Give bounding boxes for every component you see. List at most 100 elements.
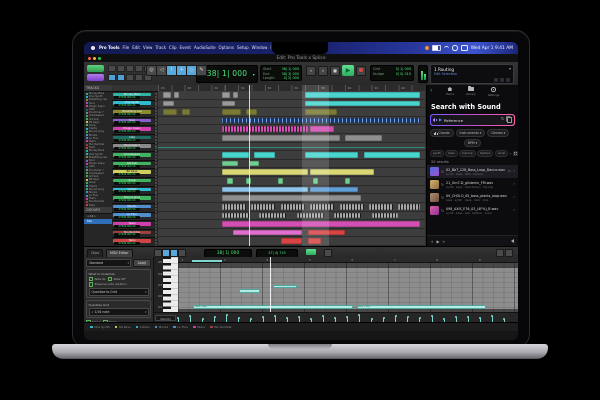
record-enable-button[interactable] (155, 110, 157, 112)
record-button[interactable] (356, 66, 366, 76)
record-enable-button[interactable] (155, 205, 157, 207)
record-enable-button[interactable] (155, 231, 157, 233)
apply-button[interactable]: Apply (133, 259, 151, 267)
filter-chip-instruments[interactable]: Instruments▾ (456, 129, 486, 137)
tag-chip[interactable]: hip hop (459, 150, 475, 157)
zoom-preset-button[interactable] (126, 74, 134, 81)
fast-forward-button[interactable]: » (318, 66, 328, 76)
loop-icon[interactable]: ↻ (441, 170, 444, 174)
midi-play-indicator[interactable] (306, 249, 316, 255)
midi-selector-tool[interactable] (162, 249, 170, 257)
loop-icon[interactable]: ↻ (441, 183, 444, 187)
quantize-preset-select[interactable]: Standard (86, 259, 131, 267)
track-lane[interactable] (158, 229, 425, 238)
audio-clip[interactable] (369, 204, 393, 210)
loop-icon[interactable]: ↻ (441, 209, 444, 213)
group-item[interactable]: Mix (84, 219, 112, 224)
groups-list-header[interactable]: GROUPS (84, 207, 112, 214)
zoom-preset-button[interactable] (117, 74, 125, 81)
track-header[interactable]: Clacks07999 000 00 (112, 187, 158, 196)
filter-chip-chords[interactable]: Chords (430, 129, 454, 137)
track-lane[interactable] (158, 212, 425, 221)
track-lane[interactable] (158, 203, 425, 212)
audio-clip[interactable] (305, 109, 337, 115)
audio-clip[interactable] (278, 178, 283, 184)
audio-clip[interactable] (222, 169, 307, 175)
audio-clip[interactable] (222, 195, 361, 201)
piano-black-keys[interactable] (163, 257, 171, 313)
menu-clock[interactable]: Wed Apr 1 9:41 AM (471, 46, 513, 51)
track-lane[interactable] (158, 108, 425, 117)
audio-clip[interactable] (345, 178, 350, 184)
midi-note[interactable] (273, 285, 297, 288)
menu-audiosuite[interactable]: AudioSuite (194, 42, 216, 54)
rewind-button[interactable]: « (306, 66, 316, 76)
solo-button[interactable] (155, 199, 157, 201)
bottom-track-toggle[interactable]: Clacks (136, 325, 150, 329)
tag-chip[interactable]: vocal (495, 150, 508, 157)
midi-note[interactable] (239, 289, 259, 292)
audio-clip[interactable] (227, 178, 232, 184)
track-header[interactable]: Unreleased07999 000 00 (112, 152, 158, 161)
audio-clip[interactable] (163, 92, 171, 98)
nav-library[interactable]: Library (466, 87, 476, 101)
audio-clip[interactable] (340, 204, 364, 210)
midi-bars-ruler[interactable]: 23456789 (178, 257, 518, 263)
solo-button[interactable] (155, 225, 157, 227)
audio-clip[interactable] (259, 213, 286, 219)
midi-grabber-tool[interactable] (170, 249, 178, 257)
record-enable-button[interactable] (155, 170, 157, 172)
bottom-track-toggle[interactable]: Monks (155, 325, 169, 329)
audio-clip[interactable] (233, 92, 238, 98)
midi-note-grid[interactable]: 23456789 Bb1 (18)Bb1 (18) (178, 257, 518, 313)
note-on-checkbox[interactable] (89, 277, 94, 282)
pencil-tool[interactable]: ✎ (196, 65, 207, 76)
midi-close-button[interactable] (505, 249, 513, 257)
audio-clip[interactable] (310, 126, 334, 132)
audio-clip[interactable] (310, 169, 374, 175)
solo-button[interactable] (155, 165, 157, 167)
nav-home[interactable]: Home (446, 87, 454, 101)
audio-clip[interactable] (310, 204, 334, 210)
menu-help[interactable]: Help (270, 42, 271, 54)
solo-button[interactable] (155, 104, 157, 106)
solo-button[interactable] (155, 122, 157, 124)
chevron-right-icon[interactable]: › (513, 169, 515, 174)
menu-file[interactable]: File (123, 42, 130, 54)
audio-clip[interactable] (222, 213, 249, 219)
piano-keys-column[interactable]: C5C4C3C2C1 (154, 257, 178, 313)
midi-trim-tool[interactable] (178, 249, 186, 257)
audio-clip[interactable] (222, 221, 420, 227)
solo-button[interactable] (155, 191, 157, 193)
player-play-icon[interactable]: ▶ (436, 239, 439, 244)
solo-button[interactable] (155, 234, 157, 236)
zoom-preset-button[interactable] (135, 74, 143, 81)
tag-chip[interactable]: bass (445, 150, 457, 157)
track-header[interactable]: Lo Flux07999 000 00 (112, 213, 158, 222)
spotlight-icon[interactable] (452, 45, 457, 50)
audio-clip[interactable] (233, 230, 302, 236)
session-mini-button[interactable] (506, 78, 510, 82)
audio-clip[interactable] (334, 213, 361, 219)
sample-result-row[interactable]: ↻21_Gm7-D_glistenin_FM.wavsynth · keys ·… (427, 178, 518, 191)
zoom-button[interactable] (126, 65, 134, 72)
session-caret-icon[interactable]: ▾ (509, 66, 511, 71)
audio-clip[interactable] (163, 101, 174, 107)
menu-window[interactable]: Window (252, 42, 268, 54)
nav-settings[interactable]: Settings (488, 87, 499, 101)
audio-clip[interactable] (246, 109, 257, 115)
track-lane[interactable] (158, 237, 425, 246)
stop-button[interactable]: ■ (330, 66, 340, 76)
menu-view[interactable]: View (143, 42, 153, 54)
zoom-button[interactable] (108, 65, 116, 72)
audio-clip[interactable] (313, 178, 318, 184)
velocity-lane-label[interactable]: Velocity (155, 315, 176, 321)
audio-clip[interactable] (222, 101, 235, 107)
session-mini-button[interactable] (500, 78, 504, 82)
solo-button[interactable] (155, 242, 157, 244)
bottom-track-toggle[interactable]: Tan Rumble (210, 325, 231, 329)
solo-button[interactable] (155, 139, 157, 141)
record-enable-button[interactable] (155, 145, 157, 147)
midi-settings-button[interactable] (496, 249, 504, 257)
track-lane[interactable] (158, 160, 425, 169)
